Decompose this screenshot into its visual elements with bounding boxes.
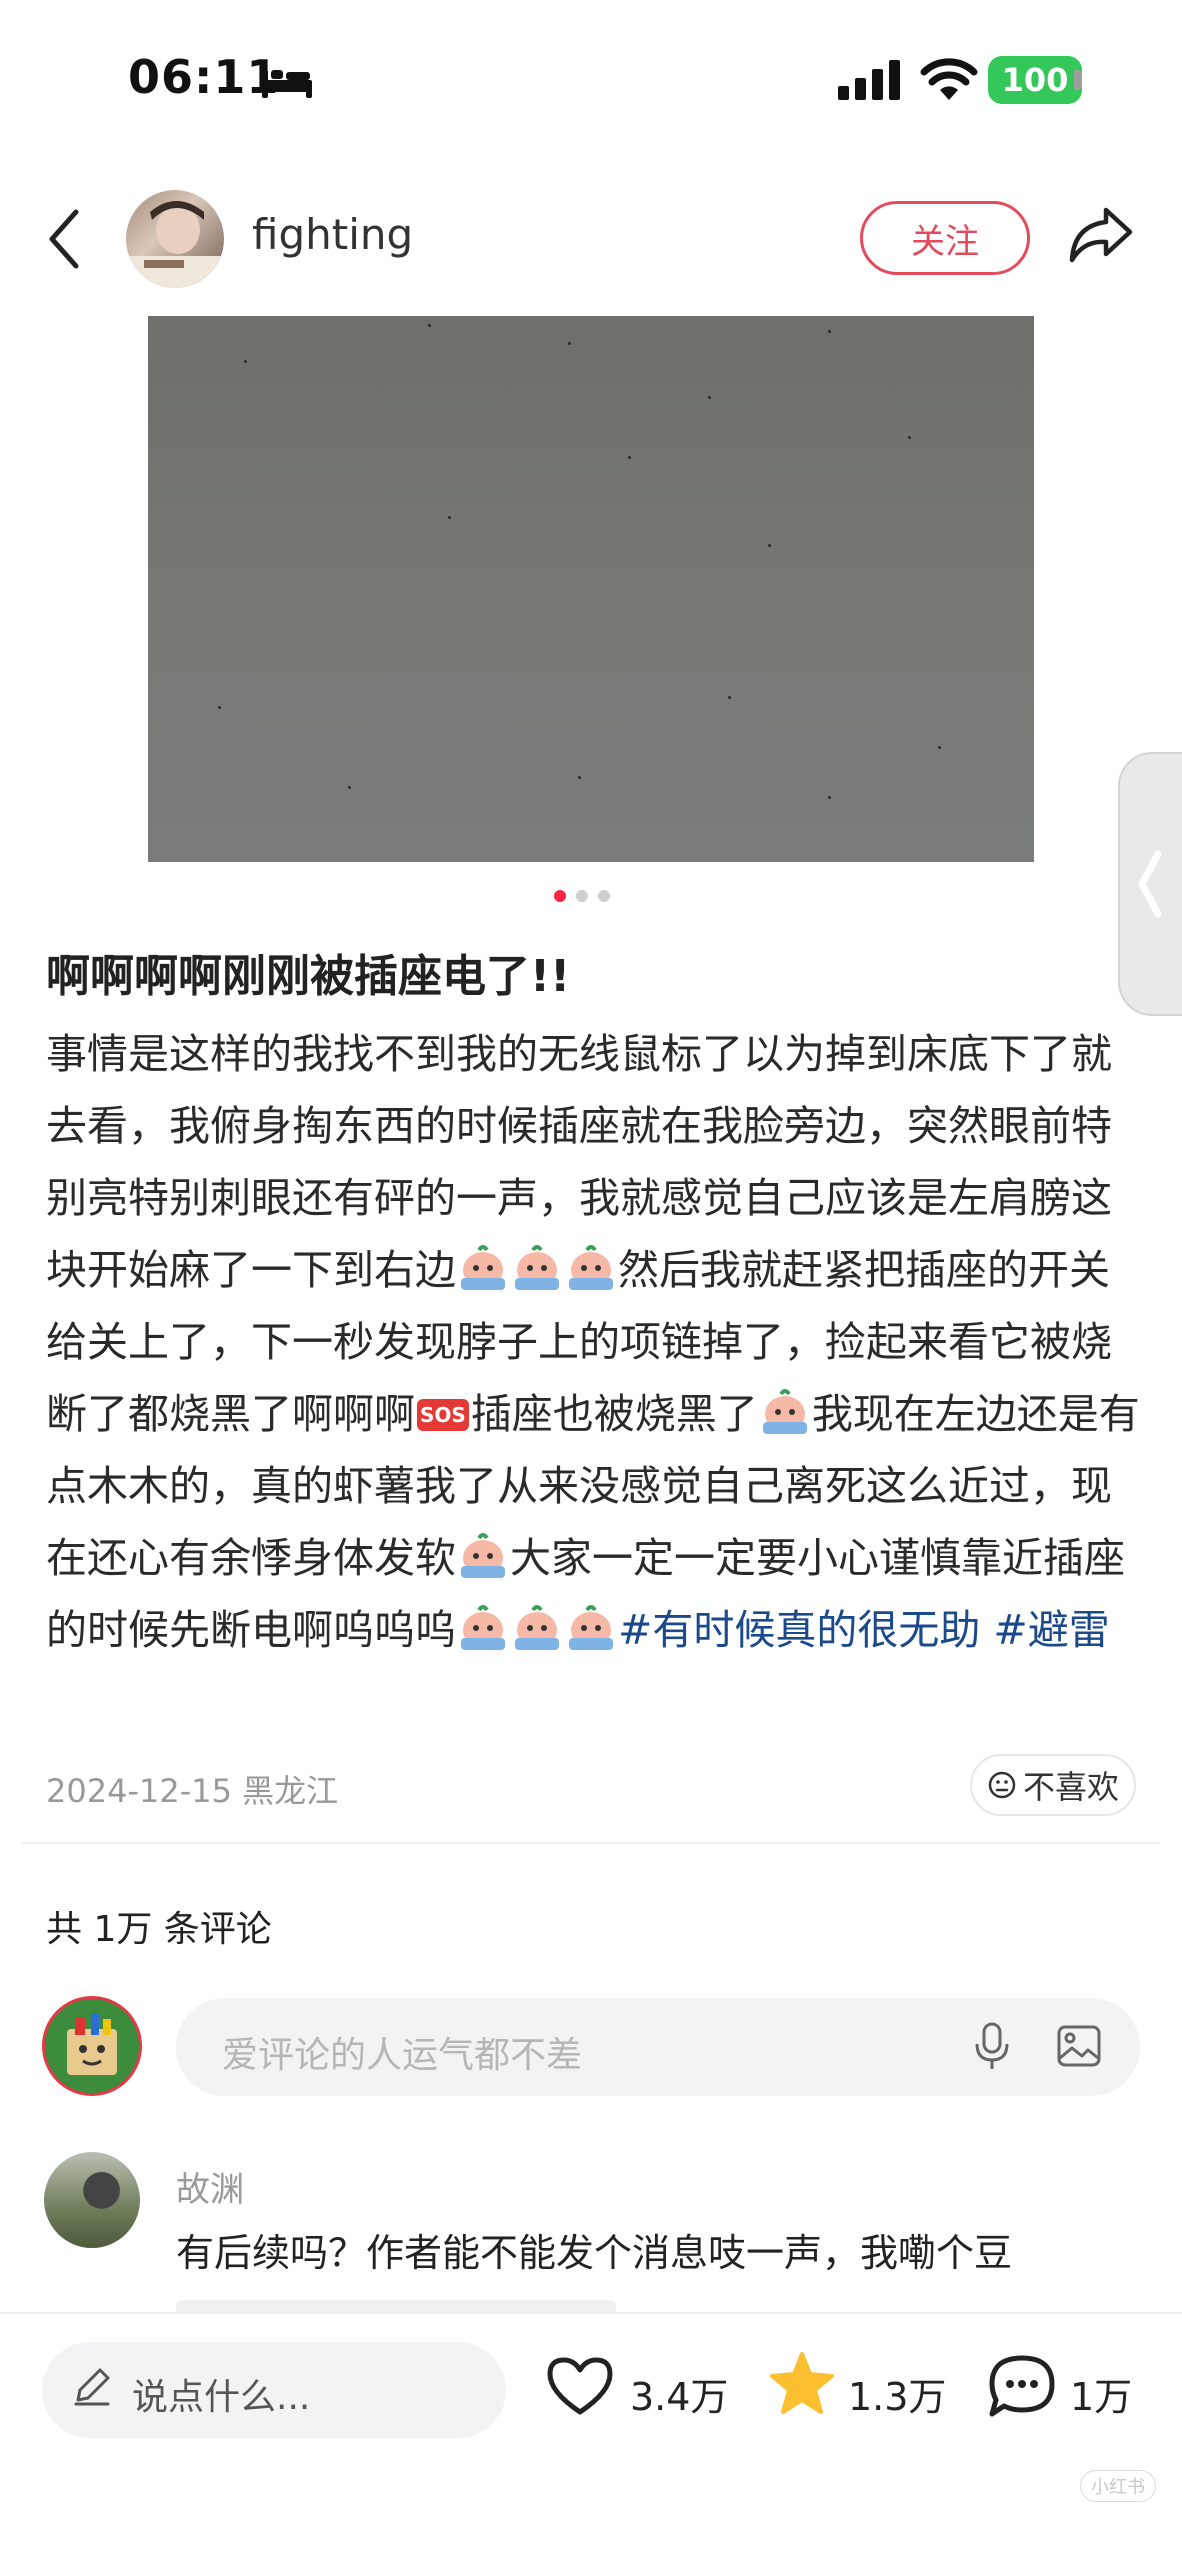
post-body: 事情是这样的我找不到我的无线鼠标了以为掉到床底下了就去看，我俯身掏东西的时候插座… — [46, 1018, 1146, 1666]
heart-icon — [547, 2357, 613, 2415]
author-username[interactable]: fighting — [252, 210, 413, 259]
neutral-face-icon — [988, 1771, 1016, 1799]
back-button[interactable] — [44, 204, 84, 274]
dislike-label: 不喜欢 — [1022, 1768, 1119, 1806]
crying-emoji-icon — [565, 1242, 617, 1290]
status-time: 06:11 — [128, 50, 280, 104]
chat-bubble-icon — [989, 2355, 1055, 2417]
say-something-placeholder: 说点什么... — [132, 2377, 311, 2418]
back-arrow-icon — [49, 209, 79, 269]
like-count: 3.4万 — [630, 2375, 729, 2419]
collect-count: 1.3万 — [848, 2375, 947, 2419]
crying-emoji-icon — [565, 1602, 617, 1650]
like-button[interactable] — [544, 2354, 616, 2422]
comment-input-placeholder: 爱评论的人运气都不差 — [222, 2035, 583, 2076]
follow-button[interactable]: 关注 — [860, 201, 1030, 275]
crying-emoji-icon — [457, 1242, 509, 1290]
hashtag-link[interactable]: #避雷 — [993, 1606, 1109, 1654]
crying-emoji-icon — [511, 1602, 563, 1650]
crying-emoji-icon — [457, 1530, 509, 1578]
wifi-icon — [920, 56, 978, 106]
pager-dot — [576, 890, 588, 902]
dislike-button[interactable]: 不喜欢 — [970, 1754, 1136, 1816]
comment-text: 有后续吗？作者能不能发个消息吱一声，我嘞个豆 — [176, 2231, 1013, 2275]
signal-icon — [838, 60, 902, 104]
comment-count: 共 1万 条评论 — [46, 1909, 272, 1950]
commenter-avatar[interactable] — [44, 2152, 140, 2248]
side-drawer-handle[interactable] — [1118, 752, 1182, 1016]
post-meta: 2024-12-15 黑龙江 — [46, 1766, 338, 1812]
bed-icon — [262, 62, 312, 102]
post-location: 黑龙江 — [242, 1772, 339, 1810]
hashtag-link[interactable]: #有时候真的很无助 — [618, 1606, 980, 1654]
share-icon — [1069, 207, 1133, 263]
pencil-icon — [70, 2364, 114, 2412]
post-title: 啊啊啊啊刚刚被插座电了!! — [46, 951, 571, 1002]
image-upload-icon[interactable] — [1056, 2024, 1102, 2072]
commenter-name[interactable]: 故渊 — [176, 2162, 244, 2211]
crying-emoji-icon — [511, 1242, 563, 1290]
divider — [22, 1842, 1160, 1844]
mic-icon[interactable] — [972, 2022, 1012, 2076]
battery-icon: 100 — [988, 56, 1082, 104]
pager-dot-active — [554, 890, 566, 902]
collect-button[interactable] — [766, 2348, 838, 2424]
post-date: 2024-12-15 — [46, 1772, 232, 1810]
share-button[interactable] — [1066, 204, 1136, 270]
post-image[interactable] — [148, 316, 1034, 862]
author-avatar[interactable] — [126, 190, 224, 288]
pager-dot — [598, 890, 610, 902]
image-pager — [554, 890, 610, 902]
chevron-left-icon — [1138, 850, 1162, 918]
app-watermark: 小红书 — [1080, 2470, 1156, 2502]
crying-emoji-icon — [759, 1386, 811, 1434]
comment-count-bottom: 1万 — [1070, 2375, 1133, 2419]
battery-tip — [1074, 70, 1082, 90]
sos-emoji-icon: SOS — [417, 1399, 469, 1431]
comment-reply-stub — [176, 2300, 616, 2312]
my-avatar — [42, 1996, 142, 2096]
crying-emoji-icon — [457, 1602, 509, 1650]
star-icon — [770, 2352, 834, 2414]
comment-button[interactable] — [986, 2352, 1058, 2424]
post-text: 插座也被烧黑了 — [470, 1390, 758, 1438]
